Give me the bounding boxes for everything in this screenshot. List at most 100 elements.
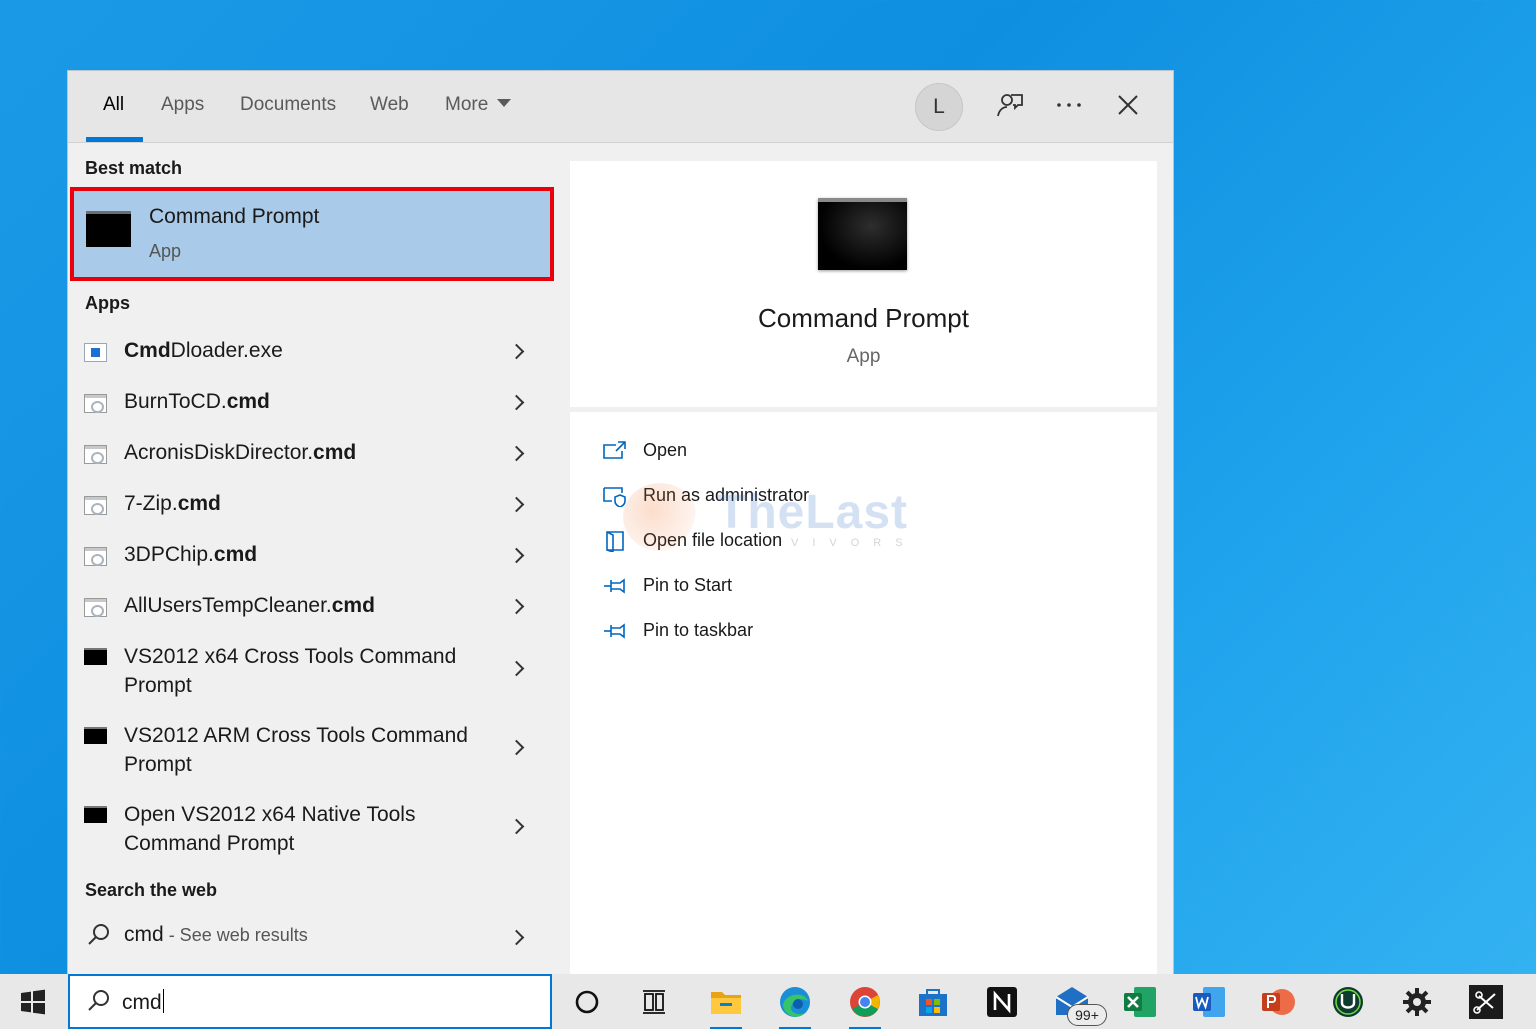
chevron-right-icon[interactable] xyxy=(508,343,525,360)
web-query: cmd xyxy=(124,923,164,946)
upwork-icon xyxy=(1333,987,1363,1017)
app-result-item[interactable]: 3DPChip.cmd xyxy=(68,537,552,583)
action-label: Pin to Start xyxy=(643,575,733,595)
active-tab-indicator xyxy=(86,137,143,142)
file-explorer-icon xyxy=(711,992,741,1014)
windows-start-icon[interactable] xyxy=(20,989,46,1015)
app-result-item[interactable]: 7-Zip.cmd xyxy=(68,486,552,532)
chevron-right-icon[interactable] xyxy=(508,496,525,513)
text-cursor xyxy=(162,989,164,1013)
label-line-1: Open VS2012 x64 Native Tools xyxy=(124,803,416,826)
snipping-tool-icon xyxy=(1469,985,1503,1019)
preview-actions: Open Run as administrator Open file loca… xyxy=(570,412,1157,974)
app-result-label: Open VS2012 x64 Native Tools Command Prom… xyxy=(124,800,484,858)
app-result-label: VS2012 ARM Cross Tools Command Prompt xyxy=(124,721,484,779)
search-input[interactable]: cmd xyxy=(122,989,164,1015)
name-text: AllUsersTempCleaner. xyxy=(124,594,332,617)
preview-header: Command Prompt App xyxy=(570,161,1157,407)
open-action[interactable]: Open xyxy=(602,439,942,469)
run-as-admin-action[interactable]: Run as administrator xyxy=(602,484,942,514)
taskbar: cmd 99+ xyxy=(0,974,1536,1029)
cmd-file-icon xyxy=(84,496,107,515)
shield-icon xyxy=(603,487,626,507)
label-line-1: VS2012 x64 Cross Tools Command xyxy=(124,645,457,668)
app-result-item[interactable]: Open VS2012 x64 Native Tools Command Prom… xyxy=(68,797,552,869)
search-icon xyxy=(88,924,109,945)
chrome-icon xyxy=(850,987,880,1017)
mail-unread-badge: 99+ xyxy=(1067,1004,1107,1026)
app-result-item[interactable]: AllUsersTempCleaner.cmd xyxy=(68,588,552,634)
action-label: Pin to taskbar xyxy=(643,620,754,640)
snipping-tool-button[interactable] xyxy=(1466,983,1506,1021)
file-explorer-button[interactable] xyxy=(706,983,746,1029)
more-options-icon[interactable] xyxy=(1053,89,1085,121)
user-avatar[interactable]: L xyxy=(915,83,963,131)
chevron-right-icon[interactable] xyxy=(508,394,525,411)
chevron-right-icon[interactable] xyxy=(508,739,525,756)
pin-icon xyxy=(604,578,625,594)
cortana-button[interactable] xyxy=(567,983,607,1021)
caret-down-icon xyxy=(497,99,512,107)
preview-subtitle: App xyxy=(846,346,881,367)
best-match-title: Command Prompt xyxy=(149,205,320,228)
chevron-right-icon[interactable] xyxy=(508,547,525,564)
cmd-file-icon xyxy=(84,598,107,617)
pin-to-start-action[interactable]: Pin to Start xyxy=(602,574,942,604)
best-match-subtitle: App xyxy=(149,241,182,261)
app-result-label: 7-Zip.cmd xyxy=(124,489,484,518)
search-panel: All Apps Documents Web More L Best match xyxy=(68,71,1173,974)
exe-icon xyxy=(84,343,107,362)
word-icon xyxy=(1193,987,1225,1017)
open-icon xyxy=(603,441,626,459)
app-result-item[interactable]: VS2012 ARM Cross Tools Command Prompt xyxy=(68,718,552,790)
chevron-right-icon[interactable] xyxy=(508,598,525,615)
terminal-icon xyxy=(818,198,907,270)
app-result-item[interactable]: AcronisDiskDirector.cmd xyxy=(68,435,552,481)
app-result-item[interactable]: VS2012 x64 Cross Tools Command Prompt xyxy=(68,639,552,711)
best-match-result[interactable]: Command Prompt App xyxy=(70,187,554,281)
name-text: BurnToCD. xyxy=(124,390,227,413)
web-search-result[interactable]: cmd - See web results xyxy=(68,916,552,960)
app-result-item[interactable]: CmdDloader.exe xyxy=(68,333,552,379)
chrome-button[interactable] xyxy=(845,983,885,1029)
label-line-2: Command Prompt xyxy=(124,832,295,855)
cmd-file-icon xyxy=(84,547,107,566)
edge-button[interactable] xyxy=(775,983,815,1029)
app-result-item[interactable]: BurnToCD.cmd xyxy=(68,384,552,430)
tab-documents[interactable]: Documents xyxy=(240,94,336,116)
word-button[interactable] xyxy=(1189,983,1229,1021)
excel-button[interactable] xyxy=(1120,983,1160,1021)
tab-more[interactable]: More xyxy=(445,94,512,116)
chevron-right-icon[interactable] xyxy=(508,818,525,835)
search-icon xyxy=(88,990,109,1011)
chevron-right-icon[interactable] xyxy=(508,929,525,946)
tab-web[interactable]: Web xyxy=(370,94,409,116)
terminal-icon xyxy=(86,211,131,247)
app-result-label: CmdDloader.exe xyxy=(124,336,484,365)
tab-more-label: More xyxy=(445,94,489,115)
open-file-location-action[interactable]: Open file location xyxy=(602,529,942,559)
notion-button[interactable] xyxy=(982,983,1022,1021)
pin-to-taskbar-action[interactable]: Pin to taskbar xyxy=(602,619,942,649)
tab-apps[interactable]: Apps xyxy=(161,94,204,116)
feedback-icon[interactable] xyxy=(994,89,1026,121)
app-result-label: VS2012 x64 Cross Tools Command Prompt xyxy=(124,642,484,700)
task-view-icon xyxy=(643,990,665,1014)
settings-button[interactable] xyxy=(1397,983,1437,1021)
cmd-file-icon xyxy=(84,445,107,464)
chevron-right-icon[interactable] xyxy=(508,445,525,462)
chevron-right-icon[interactable] xyxy=(508,660,525,677)
taskbar-search-box[interactable]: cmd xyxy=(68,974,552,1029)
task-view-button[interactable] xyxy=(634,983,674,1021)
upwork-button[interactable] xyxy=(1328,983,1368,1021)
tab-all[interactable]: All xyxy=(103,94,124,116)
store-button[interactable] xyxy=(913,983,953,1021)
app-result-label: AllUsersTempCleaner.cmd xyxy=(124,591,484,620)
close-icon[interactable] xyxy=(1112,89,1144,121)
action-label: Open xyxy=(643,440,688,460)
powerpoint-button[interactable] xyxy=(1258,983,1298,1021)
name-text: AcronisDiskDirector. xyxy=(124,441,314,464)
cortana-icon xyxy=(575,990,599,1014)
label-line-2: Prompt xyxy=(124,753,192,776)
search-input-value: cmd xyxy=(122,991,162,1014)
